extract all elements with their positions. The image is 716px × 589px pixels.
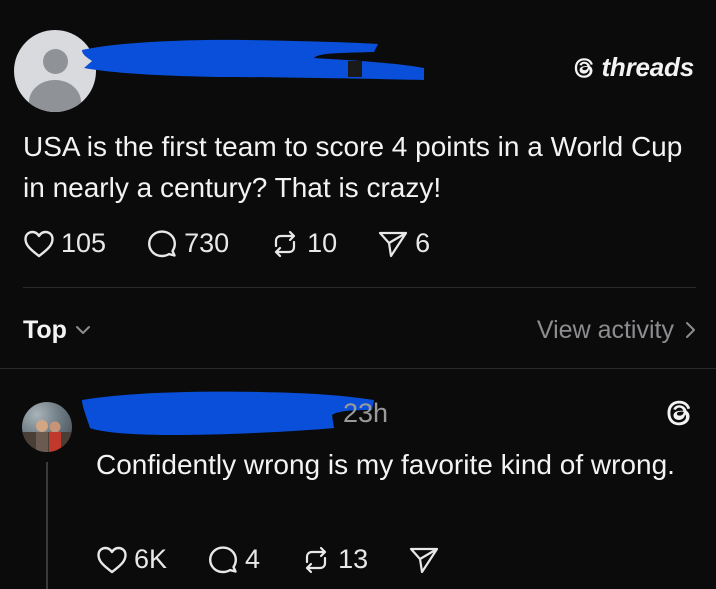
view-activity-label: View activity <box>536 315 674 344</box>
avatar-body-shape <box>29 80 81 112</box>
view-activity-link[interactable]: View activity <box>537 316 696 345</box>
post-divider <box>23 287 696 288</box>
share-count: 6 <box>415 228 431 258</box>
repost-icon <box>275 230 296 257</box>
reply-actions: 6K 4 13 <box>96 544 440 575</box>
sort-label: Top <box>23 315 67 344</box>
avatar-head-shape <box>43 49 68 74</box>
sort-dropdown[interactable]: Top <box>23 316 91 345</box>
brand-name: threads <box>601 52 694 82</box>
reply-repost-button[interactable]: 13 <box>300 544 368 575</box>
sort-divider <box>0 368 716 369</box>
reply-timestamp: 23h <box>343 398 389 428</box>
comment-icon <box>148 229 177 257</box>
reply-like-count: 6K <box>134 544 168 574</box>
reply-comment-button[interactable]: 4 <box>207 544 260 575</box>
reply-repost-count: 13 <box>338 544 369 574</box>
reply-author-avatar[interactable] <box>22 402 72 452</box>
threads-screenshot: threads USA is the first team to score 4… <box>0 0 716 589</box>
repost-icon <box>305 546 327 573</box>
reply-comment-count: 4 <box>245 544 261 574</box>
like-button[interactable]: 105 <box>23 228 106 259</box>
reply-like-button[interactable]: 6K <box>96 544 167 575</box>
reply-username-redaction <box>82 391 374 435</box>
reply-button[interactable]: 730 <box>146 228 229 259</box>
comment-icon <box>209 545 238 573</box>
reply-count: 730 <box>184 228 230 258</box>
replies-sort-row: Top View activity <box>23 313 696 347</box>
username-redaction <box>82 39 424 80</box>
threads-reply-button[interactable] <box>664 398 694 433</box>
reply-share-button[interactable] <box>408 545 440 575</box>
heart-icon <box>24 230 54 257</box>
reply-text: Confidently wrong is my favorite kind of… <box>96 449 675 480</box>
threads-brand[interactable]: threads <box>572 52 694 83</box>
chevron-right-icon <box>686 322 695 338</box>
send-icon <box>410 547 439 573</box>
chevron-down-icon <box>75 326 90 334</box>
repost-button[interactable]: 10 <box>269 228 337 259</box>
post-actions: 105 730 10 6 <box>23 228 430 259</box>
repost-count: 10 <box>307 228 338 258</box>
threads-logo-icon <box>575 57 594 78</box>
threads-logo-icon <box>667 400 691 426</box>
share-button[interactable]: 6 <box>377 228 430 259</box>
thread-connector-line <box>46 462 48 589</box>
heart-icon <box>97 546 127 573</box>
send-icon <box>379 231 408 257</box>
post-text: USA is the first team to score 4 points … <box>23 131 683 203</box>
avatar-photo <box>22 420 72 452</box>
like-count: 105 <box>61 228 107 258</box>
